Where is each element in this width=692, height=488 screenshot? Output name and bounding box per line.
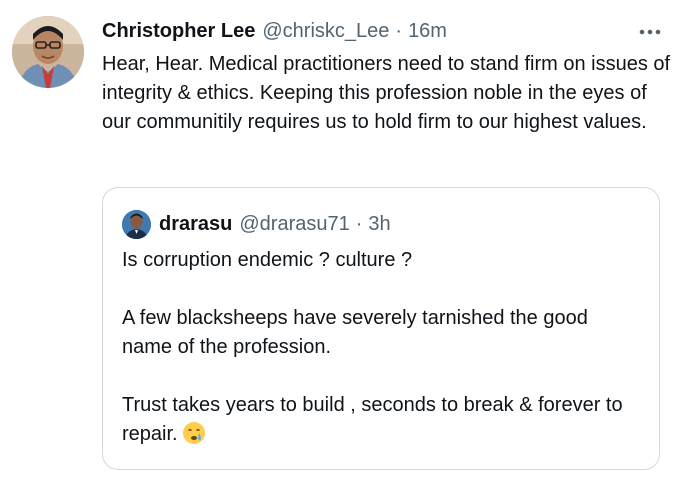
quoted-author-display-name[interactable]: drarasu xyxy=(159,213,232,236)
more-horizontal-icon xyxy=(639,29,661,35)
separator-dot: · xyxy=(355,212,363,235)
author-display-name[interactable]: Christopher Lee xyxy=(102,20,255,43)
crying-face-emoji-icon xyxy=(182,421,206,454)
separator-dot: · xyxy=(395,19,403,42)
tweet[interactable]: Christopher Lee @chriskc_Lee · 16m Hear,… xyxy=(0,0,692,488)
quoted-paragraph: A few blacksheeps have severely tarnishe… xyxy=(122,307,588,358)
tweet-text: Hear, Hear. Medical practitioners need t… xyxy=(102,53,671,133)
tweet-timestamp[interactable]: 16m xyxy=(408,20,447,43)
profile-photo-icon xyxy=(122,209,151,239)
profile-photo-icon xyxy=(12,16,84,88)
quoted-tweet[interactable]: drarasu @drarasu71 · 3h Is corruption en… xyxy=(102,187,660,470)
quoted-paragraph: Trust takes years to build , seconds to … xyxy=(122,391,642,454)
author-avatar[interactable] xyxy=(12,16,84,88)
author-handle[interactable]: @chriskc_Lee xyxy=(262,20,389,43)
quoted-tweet-header: drarasu @drarasu71 · 3h xyxy=(122,209,391,239)
quoted-tweet-text: Is corruption endemic ? culture ? A few … xyxy=(122,246,642,454)
quoted-paragraph: Is corruption endemic ? culture ? xyxy=(122,249,413,271)
more-options-button[interactable] xyxy=(632,18,668,46)
quoted-author-handle[interactable]: @drarasu71 xyxy=(239,213,349,236)
quoted-tweet-timestamp[interactable]: 3h xyxy=(368,213,390,236)
tweet-header: Christopher Lee @chriskc_Lee · 16m xyxy=(102,17,447,45)
quoted-author-avatar[interactable] xyxy=(122,209,151,239)
